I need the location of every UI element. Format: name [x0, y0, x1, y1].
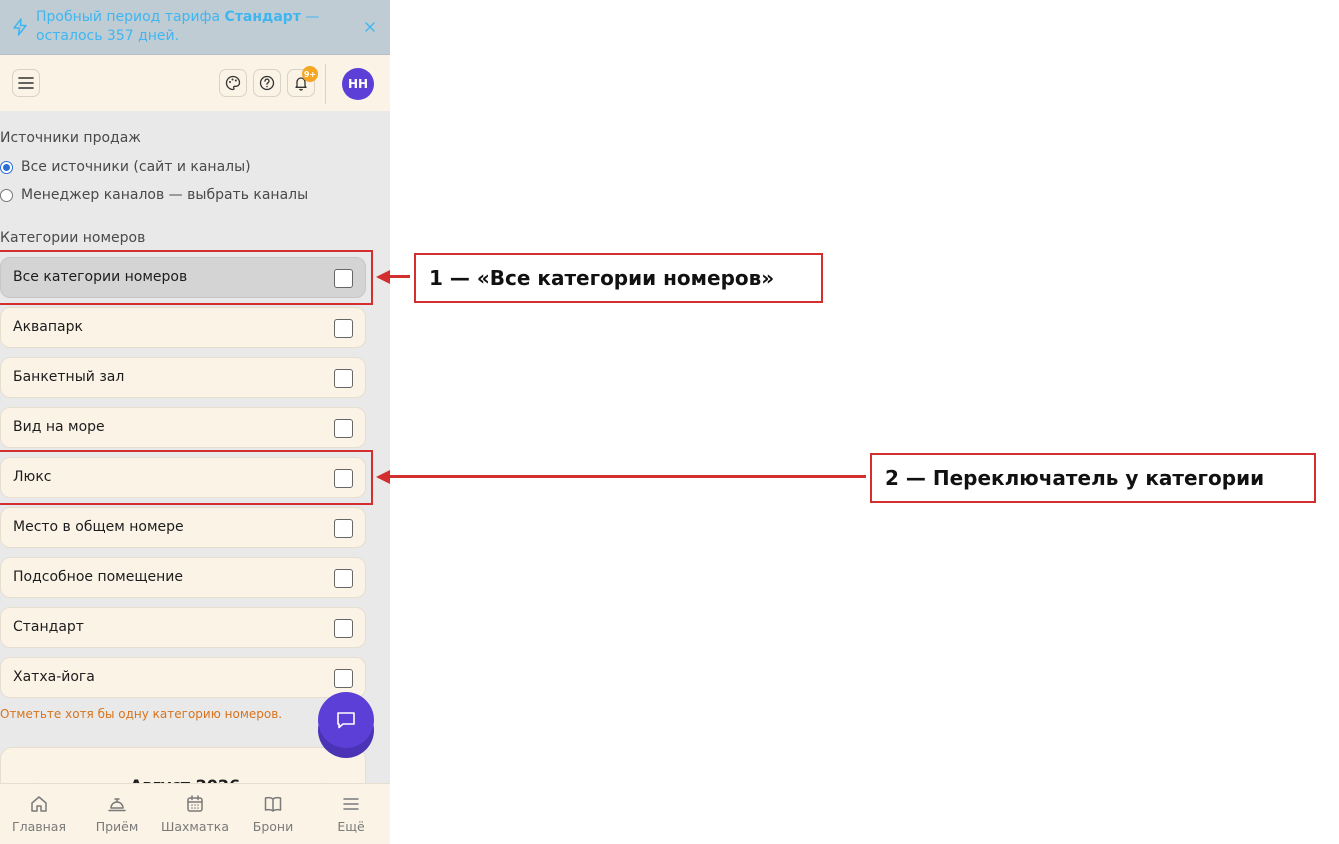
nav-item-bookings[interactable]: Брони	[234, 784, 312, 844]
help-button[interactable]	[253, 69, 281, 97]
mobile-app-screen: Пробный период тарифа Стандарт — осталос…	[0, 0, 390, 844]
annotation-callout-1: 1 — «Все категории номеров»	[414, 253, 823, 303]
annotation-arrow-line	[386, 275, 410, 278]
nav-label: Ещё	[337, 819, 365, 834]
close-icon[interactable]	[362, 19, 378, 35]
trial-text-before: Пробный период тарифа	[36, 9, 225, 25]
category-checkbox[interactable]	[334, 519, 353, 538]
home-icon	[31, 796, 47, 812]
category-label: Подсобное помещение	[13, 569, 184, 585]
calendar-icon	[187, 795, 203, 812]
category-label: Аквапарк	[13, 319, 83, 335]
category-checkbox[interactable]	[334, 319, 353, 338]
category-checkbox[interactable]	[334, 669, 353, 688]
book-icon	[264, 796, 282, 812]
category-checkbox[interactable]	[334, 419, 353, 438]
sales-sources-title: Источники продаж	[0, 130, 141, 146]
category-label: Хатха-йога	[13, 669, 95, 685]
top-bar	[0, 55, 390, 111]
nav-item-home[interactable]: Главная	[0, 784, 78, 844]
radio-label: Менеджер каналов — выбрать каналы	[21, 187, 309, 203]
category-warning: Отметьте хотя бы одну категорию номеров.	[0, 707, 283, 721]
nav-item-chessboard[interactable]: Шахматка	[156, 784, 234, 844]
category-label: Стандарт	[13, 619, 84, 635]
hamburger-icon	[18, 77, 34, 89]
highlight-all-categories	[0, 250, 373, 305]
category-item[interactable]: Аквапарк	[0, 307, 366, 348]
category-checkbox[interactable]	[334, 619, 353, 638]
annotation-callout-2: 2 — Переключатель у категории	[870, 453, 1316, 503]
theme-button[interactable]	[219, 69, 247, 97]
category-label: Банкетный зал	[13, 369, 125, 385]
bottom-navigation: Главная Приём Шахматка Брони Ещё	[0, 783, 390, 844]
trial-banner: Пробный период тарифа Стандарт — осталос…	[0, 0, 390, 55]
palette-icon	[225, 75, 241, 91]
reception-bell-icon	[108, 798, 126, 812]
radio-channel-manager[interactable]: Менеджер каналов — выбрать каналы	[0, 185, 308, 205]
category-item[interactable]: Хатха-йога	[0, 657, 366, 698]
category-item[interactable]: Подсобное помещение	[0, 557, 366, 598]
lightning-icon	[13, 18, 27, 36]
menu-icon	[343, 798, 359, 810]
hamburger-menu-button[interactable]	[12, 69, 40, 97]
nav-label: Приём	[95, 819, 139, 834]
question-circle-icon	[259, 75, 275, 91]
nav-label: Главная	[12, 819, 66, 834]
topbar-divider	[325, 64, 326, 104]
annotation-arrow-line	[386, 475, 866, 478]
nav-item-more[interactable]: Ещё	[312, 784, 390, 844]
category-checkbox[interactable]	[334, 369, 353, 388]
radio-label: Все источники (сайт и каналы)	[21, 159, 251, 175]
category-label: Место в общем номере	[13, 519, 184, 535]
chat-bubble-icon	[337, 712, 355, 729]
category-item[interactable]: Банкетный зал	[0, 357, 366, 398]
nav-item-reception[interactable]: Приём	[78, 784, 156, 844]
notifications-badge: 9+	[302, 66, 318, 82]
category-label: Вид на море	[13, 419, 105, 435]
trial-plan-name: Стандарт	[224, 9, 301, 25]
category-item[interactable]: Стандарт	[0, 607, 366, 648]
nav-label: Брони	[252, 819, 294, 834]
room-categories-title: Категории номеров	[0, 230, 146, 246]
chat-button[interactable]	[318, 692, 374, 748]
radio-button[interactable]	[0, 188, 13, 202]
radio-all-sources[interactable]: Все источники (сайт и каналы)	[0, 157, 251, 177]
avatar[interactable]: НН	[342, 68, 374, 100]
category-item[interactable]: Вид на море	[0, 407, 366, 448]
category-checkbox[interactable]	[334, 569, 353, 588]
highlight-category-toggle	[0, 450, 373, 505]
category-item[interactable]: Место в общем номере	[0, 507, 366, 548]
nav-label: Шахматка	[160, 819, 229, 834]
radio-button-checked[interactable]	[0, 160, 13, 174]
trial-message: Пробный период тарифа Стандарт — осталос…	[36, 8, 336, 46]
